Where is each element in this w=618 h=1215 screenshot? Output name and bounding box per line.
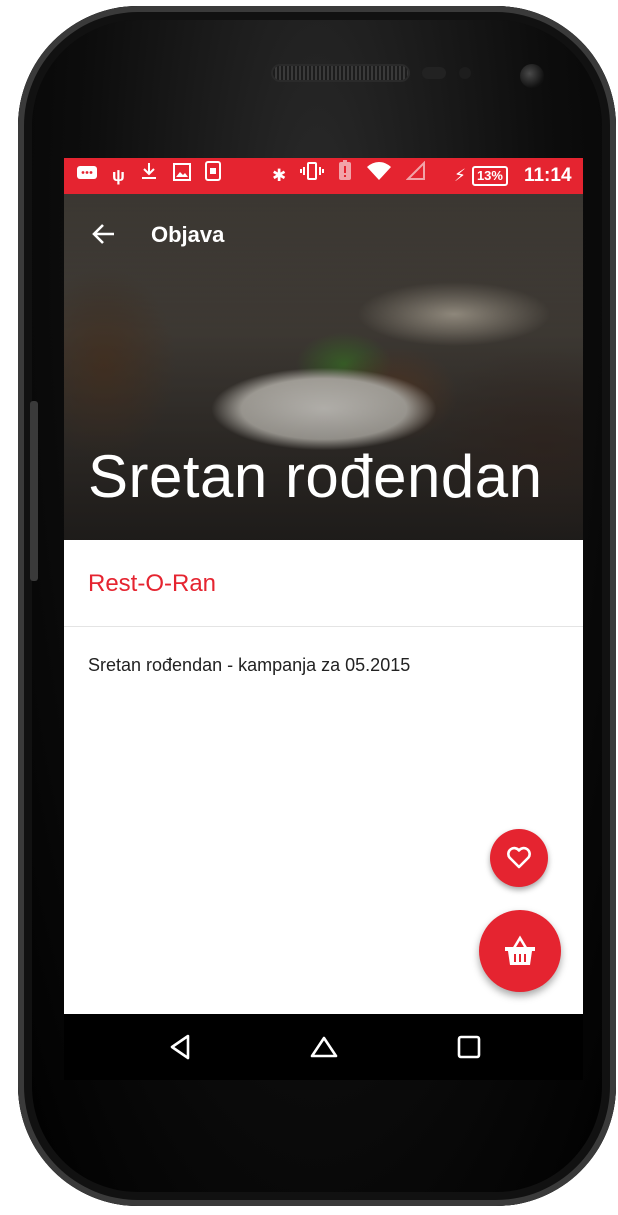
page-title: Objava [151, 222, 225, 247]
back-arrow-icon[interactable] [90, 220, 118, 248]
battery-indicator: 13% [471, 166, 508, 186]
recents-icon[interactable] [454, 1032, 484, 1062]
bluetooth-icon: ✱ [272, 166, 287, 185]
front-camera [520, 64, 544, 88]
signal-icon [405, 158, 426, 194]
side-button [30, 401, 38, 581]
proximity-sensor [422, 67, 446, 79]
battery-alert-icon [338, 158, 352, 194]
restaurant-name[interactable]: Rest-O-Ran [88, 570, 216, 598]
hero-title: Sretan rođendan [88, 443, 543, 510]
light-sensor [459, 67, 471, 79]
favorite-button[interactable] [490, 829, 548, 887]
vibrate-icon [300, 158, 325, 194]
phone-card-icon [204, 158, 221, 194]
basket-button[interactable] [479, 910, 561, 992]
basket-icon [505, 935, 535, 965]
message-icon [76, 158, 98, 194]
clock: 11:14 [523, 165, 572, 186]
heart-icon [507, 846, 531, 869]
charging-icon: ⚡ [454, 166, 466, 185]
download-icon [139, 158, 159, 194]
earpiece-speaker [273, 66, 408, 80]
usb-icon: ψ [112, 166, 125, 185]
hero-image: Objava Sretan rođendan [64, 194, 583, 540]
wifi-icon [366, 158, 392, 194]
restaurant-section[interactable]: Rest-O-Ran [64, 540, 583, 627]
post-description: Sretan rođendan - kampanja za 05.2015 [88, 655, 411, 675]
app-screen: ψ ✱ ⚡ 13% 11:14 Objava Sretan rođendan R… [64, 158, 583, 1080]
home-icon[interactable] [309, 1032, 339, 1062]
status-bar: ψ ✱ ⚡ 13% 11:14 [64, 158, 583, 194]
back-triangle-icon[interactable] [166, 1032, 196, 1062]
navigation-bar [64, 1014, 583, 1080]
image-icon [172, 158, 191, 194]
